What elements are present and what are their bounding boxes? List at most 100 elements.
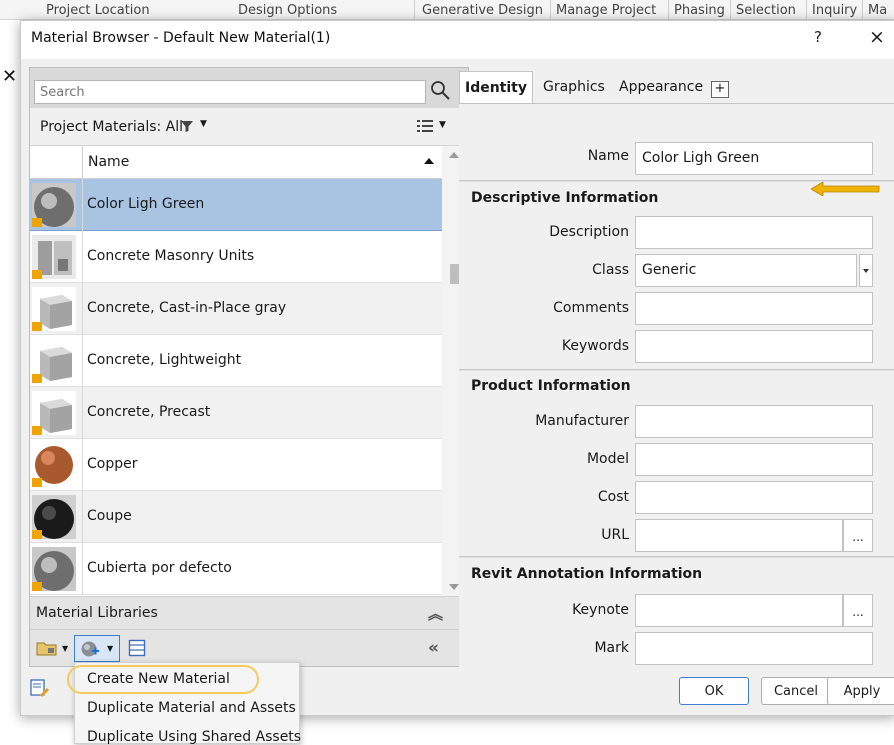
ribbon-tab-design-options[interactable]: Design Options xyxy=(238,3,337,18)
model-field[interactable] xyxy=(635,443,873,476)
material-thumbnail xyxy=(32,235,76,279)
material-name: Cubierta por defecto xyxy=(87,560,232,576)
tab-graphics[interactable]: Graphics xyxy=(543,71,605,103)
create-material-button[interactable]: ▼ xyxy=(74,635,120,662)
identity-content: Name Color Ligh Green Descriptive Inform… xyxy=(459,103,894,667)
create-material-dropdown-icon[interactable]: ▼ xyxy=(107,644,113,653)
keynote-browse-button[interactable]: ... xyxy=(843,594,873,627)
title-bar: Material Browser - Default New Material(… xyxy=(21,21,894,59)
class-select[interactable]: Generic xyxy=(635,254,857,287)
material-row[interactable]: Copper xyxy=(30,439,442,491)
class-dropdown-button[interactable] xyxy=(859,254,873,287)
column-divider xyxy=(82,387,83,439)
open-library-dropdown-icon[interactable]: ▼ xyxy=(62,644,68,653)
mark-field[interactable] xyxy=(635,632,873,665)
material-rows: Color Ligh Green Concrete Masonry Units Co… xyxy=(30,179,442,595)
ribbon-separator xyxy=(414,0,415,19)
cost-label: Cost xyxy=(597,489,629,505)
warning-badge-icon xyxy=(32,582,42,591)
material-name: Concrete, Lightweight xyxy=(87,352,242,368)
ribbon-separator xyxy=(668,0,669,19)
column-divider xyxy=(82,146,83,179)
material-row[interactable]: Coupe xyxy=(30,491,442,543)
comments-label: Comments xyxy=(553,300,629,316)
warning-badge-icon xyxy=(32,270,42,279)
comments-field[interactable] xyxy=(635,292,873,325)
keywords-field[interactable] xyxy=(635,330,873,363)
project-materials-label[interactable]: Project Materials: All xyxy=(40,119,183,135)
search-input[interactable] xyxy=(34,80,426,104)
warning-badge-icon xyxy=(32,530,42,539)
manufacturer-field[interactable] xyxy=(635,405,873,438)
product-information-title: Product Information xyxy=(471,378,631,394)
tab-identity[interactable]: Identity xyxy=(459,71,533,103)
ribbon-tab-selection[interactable]: Selection xyxy=(736,3,796,18)
url-browse-button[interactable]: ... xyxy=(843,519,873,552)
search-icon[interactable] xyxy=(428,78,452,102)
column-divider xyxy=(82,335,83,387)
material-row[interactable]: Concrete Masonry Units xyxy=(30,231,442,283)
description-field[interactable] xyxy=(635,216,873,249)
warning-badge-icon xyxy=(32,322,42,331)
name-field[interactable]: Color Ligh Green xyxy=(635,142,873,175)
apply-button[interactable]: Apply xyxy=(827,677,894,705)
column-header-name[interactable]: Name xyxy=(88,154,129,170)
ribbon-separator xyxy=(806,0,807,19)
keynote-label: Keynote xyxy=(572,602,629,618)
ok-button[interactable]: OK xyxy=(679,677,749,705)
material-row[interactable]: Color Ligh Green xyxy=(30,179,442,231)
material-thumbnail xyxy=(32,391,76,435)
material-row[interactable]: Concrete, Lightweight xyxy=(30,335,442,387)
ribbon-tab-manage-project[interactable]: Manage Project xyxy=(556,3,656,18)
new-material-icon[interactable] xyxy=(80,640,100,658)
keynote-field[interactable] xyxy=(635,594,843,627)
ribbon-separator xyxy=(730,0,731,19)
ribbon-tab-phasing[interactable]: Phasing xyxy=(674,3,725,18)
material-row[interactable]: Cubierta por defecto xyxy=(30,543,442,595)
project-materials-bar: Project Materials: All ▼ ▼ xyxy=(30,108,468,146)
view-dropdown-icon[interactable]: ▼ xyxy=(439,120,446,130)
cancel-button[interactable]: Cancel xyxy=(761,677,831,705)
tab-appearance[interactable]: Appearance xyxy=(619,71,703,103)
column-divider xyxy=(82,491,83,543)
material-row[interactable]: Concrete, Cast-in-Place gray xyxy=(30,283,442,335)
chevron-down-icon xyxy=(863,269,869,273)
material-editor-icon[interactable] xyxy=(128,639,146,657)
ribbon-tab-project-location[interactable]: Project Location xyxy=(46,3,150,18)
menu-item-create-new-material[interactable]: Create New Material xyxy=(87,671,230,687)
url-field[interactable] xyxy=(635,519,843,552)
name-label: Name xyxy=(587,148,629,164)
close-button[interactable]: × xyxy=(869,26,885,48)
material-browser-dialog: Material Browser - Default New Material(… xyxy=(20,20,894,716)
material-list: Name Color Ligh Green Concrete Masonry Un… xyxy=(30,146,468,596)
column-divider xyxy=(82,179,83,231)
sort-ascending-icon[interactable] xyxy=(424,158,434,164)
keywords-label: Keywords xyxy=(561,338,629,354)
material-libraries-label[interactable]: Material Libraries xyxy=(36,605,158,621)
menu-item-duplicate-material-and-assets[interactable]: Duplicate Material and Assets xyxy=(87,700,296,716)
ribbon-tab-inquiry[interactable]: Inquiry xyxy=(812,3,857,18)
ribbon-tab-generative-design[interactable]: Generative Design xyxy=(422,3,543,18)
section-divider xyxy=(459,180,894,182)
column-divider xyxy=(82,283,83,335)
filter-dropdown-icon[interactable]: ▼ xyxy=(200,119,207,129)
ribbon-tab-more[interactable]: Ma xyxy=(868,3,887,18)
model-label: Model xyxy=(586,451,629,467)
mark-label: Mark xyxy=(594,640,629,656)
expand-up-icon[interactable]: ︽ xyxy=(428,603,443,624)
open-library-icon[interactable] xyxy=(36,639,58,657)
panel-close-icon[interactable]: ✕ xyxy=(2,66,17,87)
material-row[interactable]: Concrete, Precast xyxy=(30,387,442,439)
material-name: Color Ligh Green xyxy=(87,196,205,212)
collapse-left-icon[interactable]: « xyxy=(428,638,439,658)
help-button[interactable]: ? xyxy=(814,28,822,46)
material-name: Concrete Masonry Units xyxy=(87,248,255,264)
filter-icon[interactable] xyxy=(180,119,194,133)
menu-item-duplicate-using-shared-assets[interactable]: Duplicate Using Shared Assets xyxy=(87,729,301,745)
library-toolbar: ▼ ▼ « xyxy=(30,630,468,666)
add-asset-button[interactable]: + xyxy=(711,81,729,98)
asset-browser-icon[interactable] xyxy=(30,679,50,699)
warning-badge-icon xyxy=(32,218,42,227)
cost-field[interactable] xyxy=(635,481,873,514)
list-view-icon[interactable] xyxy=(416,118,434,134)
